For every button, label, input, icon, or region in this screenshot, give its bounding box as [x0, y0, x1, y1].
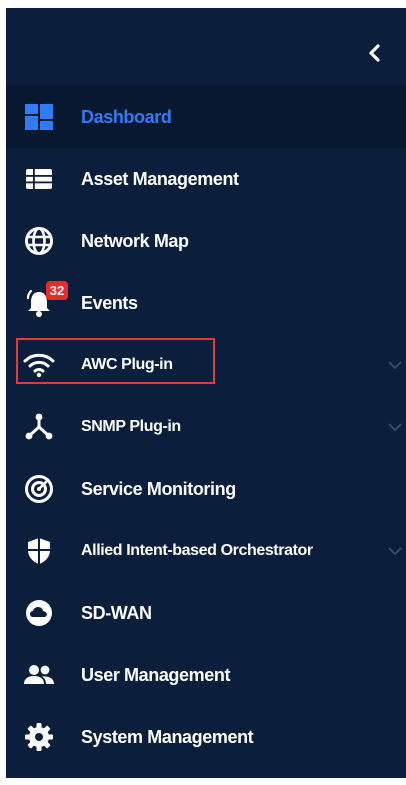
wifi-icon	[22, 348, 56, 382]
sidebar-item-label: Asset Management	[81, 168, 239, 189]
sidebar-item-awc-plugin[interactable]: AWC Plug-in	[6, 334, 406, 396]
sidebar-item-label: System Management	[81, 726, 254, 747]
users-icon	[22, 658, 56, 692]
cloud-icon	[22, 596, 56, 630]
sidebar-item-asset-management[interactable]: Asset Management	[6, 148, 406, 210]
shield-icon	[22, 534, 56, 568]
gear-icon	[22, 720, 56, 754]
sidebar-item-allied-intent-based-orchestrator[interactable]: Allied Intent-based Orchestrator	[6, 520, 406, 582]
sidebar-item-label: Service Monitoring	[81, 478, 236, 499]
sidebar-item-user-management[interactable]: User Management	[6, 644, 406, 706]
sidebar-item-label: Dashboard	[81, 106, 172, 127]
chevron-down-icon[interactable]	[386, 356, 404, 374]
sidebar-item-label: Network Map	[81, 230, 189, 251]
sidebar-item-label: User Management	[81, 664, 231, 685]
chevron-left-icon	[369, 44, 380, 62]
dashboard-icon	[22, 100, 56, 134]
sidebar-item-label: Allied Intent-based Orchestrator	[81, 542, 313, 559]
sidebar-item-label: SD-WAN	[81, 602, 152, 623]
sidebar-item-network-map[interactable]: Network Map	[6, 210, 406, 272]
chevron-down-icon[interactable]	[386, 418, 404, 436]
events-count-badge: 32	[46, 281, 68, 300]
sidebar-nav: Dashboard Asset Management Network Map 3…	[6, 86, 406, 768]
collapse-sidebar-button[interactable]	[360, 38, 390, 68]
sidebar-item-label: SNMP Plug-in	[81, 418, 181, 435]
network-hub-icon	[22, 410, 56, 444]
sidebar-item-label: Events	[81, 292, 138, 313]
chevron-down-icon[interactable]	[386, 542, 404, 560]
sidebar-item-sd-wan[interactable]: SD-WAN	[6, 582, 406, 644]
list-icon	[22, 162, 56, 196]
sidebar-item-system-management[interactable]: System Management	[6, 706, 406, 768]
sidebar: Dashboard Asset Management Network Map 3…	[6, 8, 406, 778]
sidebar-item-snmp-plugin[interactable]: SNMP Plug-in	[6, 396, 406, 458]
sidebar-item-service-monitoring[interactable]: Service Monitoring	[6, 458, 406, 520]
radar-icon	[22, 472, 56, 506]
sidebar-item-label: AWC Plug-in	[81, 356, 173, 373]
sidebar-item-events[interactable]: 32 Events	[6, 272, 406, 334]
sidebar-item-dashboard[interactable]: Dashboard	[6, 86, 406, 148]
globe-icon	[22, 224, 56, 258]
